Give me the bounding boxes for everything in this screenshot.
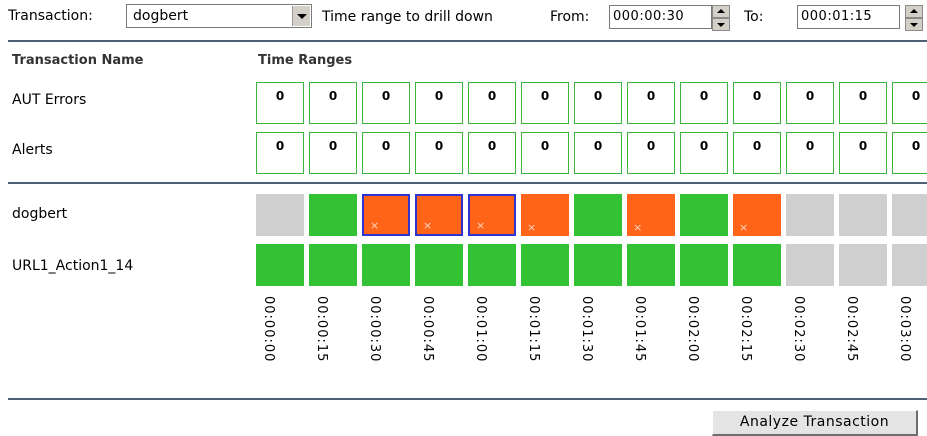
alerts-count-cell[interactable]: 0: [680, 132, 728, 174]
dogbert-status-cell[interactable]: [680, 194, 728, 236]
transaction-label: Transaction:: [8, 8, 93, 24]
dogbert-status-cell[interactable]: [309, 194, 357, 236]
dogbert-status-cell[interactable]: [892, 194, 927, 236]
section-divider: [8, 182, 927, 184]
error-x-icon: ×: [633, 221, 643, 234]
alerts-count-cell[interactable]: 0: [521, 132, 569, 174]
alerts-count-cell[interactable]: 0: [839, 132, 887, 174]
spin-up-icon[interactable]: [905, 5, 923, 18]
dogbert-status-cell[interactable]: ×: [362, 194, 410, 236]
dogbert-status-cell[interactable]: [839, 194, 887, 236]
transaction-name-header: Transaction Name: [12, 53, 144, 68]
url1-status-cell[interactable]: [415, 244, 463, 286]
aut-errors-count-cell[interactable]: 0: [521, 82, 569, 124]
time-tick-label: 00:02:15: [738, 296, 753, 363]
aut-errors-count-cell[interactable]: 0: [415, 82, 463, 124]
chevron-down-icon[interactable]: [292, 6, 310, 26]
time-tick-label: 00:02:45: [844, 296, 859, 363]
url1-status-cell[interactable]: [309, 244, 357, 286]
error-x-icon: ×: [527, 221, 537, 234]
aut-errors-count-cell[interactable]: 0: [627, 82, 675, 124]
aut-errors-count-cell[interactable]: 0: [680, 82, 728, 124]
error-x-icon: ×: [423, 219, 433, 232]
row-label-alerts: Alerts: [12, 142, 53, 158]
from-time-input[interactable]: 000:00:30: [609, 5, 712, 29]
url1-status-cell[interactable]: [839, 244, 887, 286]
error-x-icon: ×: [476, 219, 486, 232]
dogbert-status-cell[interactable]: ×: [521, 194, 569, 236]
to-time-value: 000:01:15: [801, 9, 873, 24]
dogbert-status-cell[interactable]: ×: [468, 194, 516, 236]
aut-errors-count-cell[interactable]: 0: [362, 82, 410, 124]
header-divider: [8, 40, 927, 42]
time-tick-label: 00:03:00: [897, 296, 912, 363]
from-label: From:: [550, 9, 590, 25]
dogbert-status-cell[interactable]: [786, 194, 834, 236]
spin-down-icon[interactable]: [905, 18, 923, 31]
dogbert-status-cell[interactable]: ×: [627, 194, 675, 236]
aut-errors-count-cell[interactable]: 0: [574, 82, 622, 124]
url1-status-cell[interactable]: [733, 244, 781, 286]
url1-status-cell[interactable]: [680, 244, 728, 286]
from-time-spinner[interactable]: [712, 5, 730, 31]
alerts-count-cell[interactable]: 0: [415, 132, 463, 174]
spin-down-icon[interactable]: [712, 18, 730, 31]
aut-errors-count-cell[interactable]: 0: [733, 82, 781, 124]
spin-up-icon[interactable]: [712, 5, 730, 18]
error-x-icon: ×: [739, 221, 749, 234]
dogbert-status-cell[interactable]: [256, 194, 304, 236]
aut-errors-count-cell[interactable]: 0: [839, 82, 887, 124]
time-tick-label: 00:00:45: [420, 296, 435, 363]
alerts-count-cell[interactable]: 0: [309, 132, 357, 174]
url1-status-cell[interactable]: [468, 244, 516, 286]
aut-errors-count-cell[interactable]: 0: [892, 82, 927, 124]
analyze-transaction-button[interactable]: Analyze Transaction: [712, 410, 918, 436]
aut-errors-count-cell[interactable]: 0: [309, 82, 357, 124]
dogbert-status-cell[interactable]: ×: [733, 194, 781, 236]
time-tick-label: 00:02:00: [685, 296, 700, 363]
alerts-count-cell[interactable]: 0: [892, 132, 927, 174]
alerts-count-cell[interactable]: 0: [256, 132, 304, 174]
alerts-count-cell[interactable]: 0: [468, 132, 516, 174]
error-x-icon: ×: [370, 219, 380, 232]
range-label: Time range to drill down: [322, 9, 493, 25]
transaction-select-value: dogbert: [133, 8, 189, 24]
time-tick-label: 00:01:45: [632, 296, 647, 363]
time-ranges-header: Time Ranges: [258, 53, 353, 68]
url1-status-cell[interactable]: [362, 244, 410, 286]
alerts-count-cell[interactable]: 0: [362, 132, 410, 174]
aut-errors-count-cell[interactable]: 0: [256, 82, 304, 124]
footer-divider: [8, 398, 927, 400]
alerts-count-cell[interactable]: 0: [627, 132, 675, 174]
url1-status-cell[interactable]: [892, 244, 927, 286]
alerts-count-cell[interactable]: 0: [786, 132, 834, 174]
time-tick-label: 00:00:30: [367, 296, 382, 363]
row-label-dogbert: dogbert: [12, 206, 68, 222]
row-label-url1-action1-14: URL1_Action1_14: [12, 258, 134, 274]
alerts-count-cell[interactable]: 0: [733, 132, 781, 174]
from-time-value: 000:00:30: [613, 9, 685, 24]
alerts-count-cell[interactable]: 0: [574, 132, 622, 174]
aut-errors-count-cell[interactable]: 0: [786, 82, 834, 124]
aut-errors-count-cell[interactable]: 0: [468, 82, 516, 124]
time-tick-label: 00:00:15: [314, 296, 329, 363]
time-tick-label: 00:01:15: [526, 296, 541, 363]
dogbert-status-cell[interactable]: ×: [415, 194, 463, 236]
url1-status-cell[interactable]: [574, 244, 622, 286]
time-tick-label: 00:01:30: [579, 296, 594, 363]
time-tick-label: 00:00:00: [261, 296, 276, 363]
transaction-select[interactable]: dogbert: [126, 4, 312, 28]
time-tick-label: 00:02:30: [791, 296, 806, 363]
time-tick-label: 00:01:00: [473, 296, 488, 363]
to-time-input[interactable]: 000:01:15: [797, 5, 900, 29]
url1-status-cell[interactable]: [521, 244, 569, 286]
to-label: To:: [744, 9, 764, 25]
url1-status-cell[interactable]: [627, 244, 675, 286]
url1-status-cell[interactable]: [256, 244, 304, 286]
url1-status-cell[interactable]: [786, 244, 834, 286]
dogbert-status-cell[interactable]: [574, 194, 622, 236]
row-label-aut-errors: AUT Errors: [12, 92, 87, 108]
to-time-spinner[interactable]: [905, 5, 923, 31]
